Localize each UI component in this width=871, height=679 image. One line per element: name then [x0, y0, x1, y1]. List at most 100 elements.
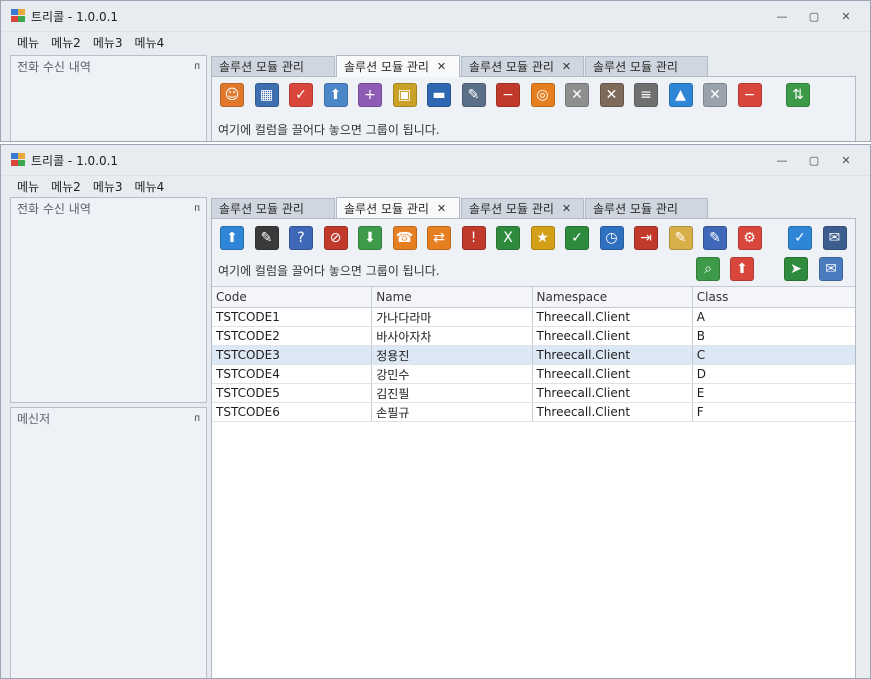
cell-name: 가나다라마: [372, 308, 533, 326]
table-row[interactable]: TSTCODE3 정용진 Threecall.Client C: [212, 346, 855, 365]
wheel-icon[interactable]: ◎: [530, 83, 555, 107]
user-x-icon[interactable]: ✕: [599, 83, 624, 107]
close-tab-icon[interactable]: ✕: [437, 202, 446, 215]
table-row[interactable]: TSTCODE5 김진필 Threecall.Client E: [212, 384, 855, 403]
minimize-icon[interactable]: —: [766, 151, 798, 169]
call-log-panel: 전화 수신 내역 ᴨ: [10, 55, 207, 141]
pin-icon[interactable]: ᴨ: [194, 413, 200, 424]
speaker-mute-icon[interactable]: ✕: [703, 83, 727, 107]
tab-solution-3[interactable]: 솔루션 모듈 관리 ✕: [461, 56, 584, 76]
cell-name: 강민수: [372, 365, 533, 383]
car-blue-icon[interactable]: ▬: [427, 83, 451, 107]
minimize-icon[interactable]: —: [766, 7, 798, 25]
save-edit-icon[interactable]: ✎: [254, 226, 279, 250]
tab-label: 솔루션 모듈 관리: [593, 60, 678, 74]
cell-class: E: [696, 386, 705, 400]
user-mail-icon[interactable]: ✉: [819, 257, 843, 281]
export-save-icon[interactable]: ⬆: [220, 226, 244, 250]
tab-solution-1[interactable]: 솔루션 모듈 관리: [211, 56, 335, 76]
tab-solution-1[interactable]: 솔루션 모듈 관리: [211, 198, 335, 218]
user-check-icon[interactable]: ✓: [565, 226, 589, 250]
close-icon[interactable]: ✕: [830, 151, 862, 169]
tab-solution-4[interactable]: 솔루션 모듈 관리: [585, 198, 708, 218]
pin-icon[interactable]: ᴨ: [194, 203, 200, 214]
cell-code: TSTCODE1: [212, 308, 373, 326]
tab-solution-2[interactable]: 솔루션 모듈 관리 ✕: [336, 197, 460, 219]
close-icon[interactable]: ✕: [830, 7, 862, 25]
cell-code: TSTCODE4: [212, 365, 373, 383]
speaker-up-icon[interactable]: ▲: [668, 83, 693, 107]
table-row[interactable]: TSTCODE4 강민수 Threecall.Client D: [212, 365, 855, 384]
window-grid-icon[interactable]: ▦: [254, 83, 279, 107]
user-card-icon[interactable]: ☺: [220, 83, 244, 107]
pin-icon[interactable]: ᴨ: [194, 61, 200, 72]
title-bar[interactable]: 트리콜 - 1.0.0.1 — ▢ ✕: [1, 1, 870, 31]
menu-item-3[interactable]: 메뉴3: [87, 34, 129, 51]
runner-forward-icon[interactable]: ➤: [784, 257, 808, 281]
user-delete-icon[interactable]: ✕: [565, 83, 589, 107]
speaker-check-icon[interactable]: ✓: [788, 226, 812, 250]
tab-solution-2[interactable]: 솔루션 모듈 관리 ✕: [336, 55, 460, 77]
menu-item-2[interactable]: 메뉴2: [45, 34, 87, 51]
app-icon: [11, 153, 25, 167]
phone-forward-icon[interactable]: ☎: [392, 226, 417, 250]
user-logout-icon[interactable]: ⇥: [634, 226, 658, 250]
mail-block-icon[interactable]: ⊘: [323, 226, 348, 250]
driver-remove-icon[interactable]: −: [496, 83, 520, 107]
receipt-settings-icon[interactable]: ⚙: [737, 226, 762, 250]
menu-item-4[interactable]: 메뉴4: [129, 178, 171, 195]
cell-class: A: [696, 310, 705, 324]
receipt-add-up-icon[interactable]: ⬆: [730, 257, 754, 281]
cell-class: B: [696, 329, 705, 343]
close-tab-icon[interactable]: ✕: [562, 202, 571, 215]
title-bar[interactable]: 트리콜 - 1.0.0.1 — ▢ ✕: [1, 145, 870, 175]
column-header-class[interactable]: Class: [693, 287, 855, 307]
tab-solution-4[interactable]: 솔루션 모듈 관리: [585, 56, 708, 76]
cell-class: F: [696, 405, 704, 419]
calendar-check-icon[interactable]: ✓: [289, 83, 313, 107]
document-lock-icon[interactable]: ▣: [392, 83, 417, 107]
receipt-add-icon[interactable]: +: [358, 83, 382, 107]
user-clock-icon[interactable]: ◷: [599, 226, 624, 250]
cell-name: 손필규: [372, 403, 533, 421]
excel-icon[interactable]: X: [496, 226, 520, 250]
mail-down-icon[interactable]: ⬇: [358, 226, 382, 250]
tab-solution-3[interactable]: 솔루션 모듈 관리 ✕: [461, 198, 584, 218]
user-warning-icon[interactable]: !: [461, 226, 486, 250]
car-swap-icon[interactable]: ⇅: [786, 83, 810, 107]
tab-content: 여기에 컬럼을 끌어다 놓으면 그룹이 됩니다. ⬆ ✎? ⊘ ⬇ ☎ ⇄! X ★ ✓ ◷ ⇥ ✎ ✎…: [211, 218, 856, 678]
menu-item-4[interactable]: 메뉴4: [129, 34, 171, 51]
tab-content: ☺ ▦ ✓ ⬆ + ▣ ▬ ✎ − ◎ ✕ ✕ ≡ ▲ ✕ − ⇅ 여기에 컬럼을 끌어다 놓으면 그룹이 됩니…: [211, 76, 856, 141]
cell-code: TSTCODE2: [212, 327, 373, 345]
receipt-up-icon[interactable]: ⬆: [323, 83, 348, 107]
document-help-icon[interactable]: ?: [289, 226, 313, 250]
table-row[interactable]: TSTCODE1 가나다라마 Threecall.Client A: [212, 308, 855, 327]
user-star-icon[interactable]: ★: [530, 226, 555, 250]
close-tab-icon[interactable]: ✕: [437, 60, 446, 73]
window-title: 트리콜 - 1.0.0.1: [31, 153, 119, 168]
menu-item-3[interactable]: 메뉴3: [87, 178, 129, 195]
phone-transfer-icon[interactable]: ⇄: [427, 226, 451, 250]
note-edit-icon[interactable]: ✎: [703, 226, 727, 250]
column-header-namespace[interactable]: Namespace: [533, 287, 693, 307]
car-edit-icon[interactable]: ✎: [461, 83, 486, 107]
maximize-icon[interactable]: ▢: [798, 151, 830, 169]
tag-edit-icon[interactable]: ✎: [668, 226, 693, 250]
column-header-code[interactable]: Code: [212, 287, 373, 307]
data-grid: Code Name Namespace Class TSTCODE1 가나다라마 T…: [212, 286, 855, 678]
close-tab-icon[interactable]: ✕: [562, 60, 571, 73]
menu-item-1[interactable]: 메뉴: [11, 34, 45, 51]
table-row[interactable]: TSTCODE2 바사아자차 Threecall.Client B: [212, 327, 855, 346]
map-search-icon[interactable]: ⌕: [696, 257, 720, 281]
receipt-remove-icon[interactable]: −: [737, 83, 762, 107]
menu-item-1[interactable]: 메뉴: [11, 178, 45, 195]
maximize-icon[interactable]: ▢: [798, 7, 830, 25]
table-row[interactable]: TSTCODE6 손필규 Threecall.Client F: [212, 403, 855, 422]
document-area: 솔루션 모듈 관리 솔루션 모듈 관리 ✕ 솔루션 모듈 관리 ✕ 솔루션 모듈 관…: [211, 55, 856, 141]
mail-user-icon[interactable]: ✉: [822, 226, 847, 250]
equalizer-delete-icon[interactable]: ≡: [634, 83, 658, 107]
column-header-name[interactable]: Name: [372, 287, 533, 307]
app-window-front: 트리콜 - 1.0.0.1 — ▢ ✕ 메뉴 메뉴2 메뉴3 메뉴4 전화 수신…: [0, 144, 871, 679]
panel-title: 전화 수신 내역: [17, 59, 91, 74]
menu-item-2[interactable]: 메뉴2: [45, 178, 87, 195]
